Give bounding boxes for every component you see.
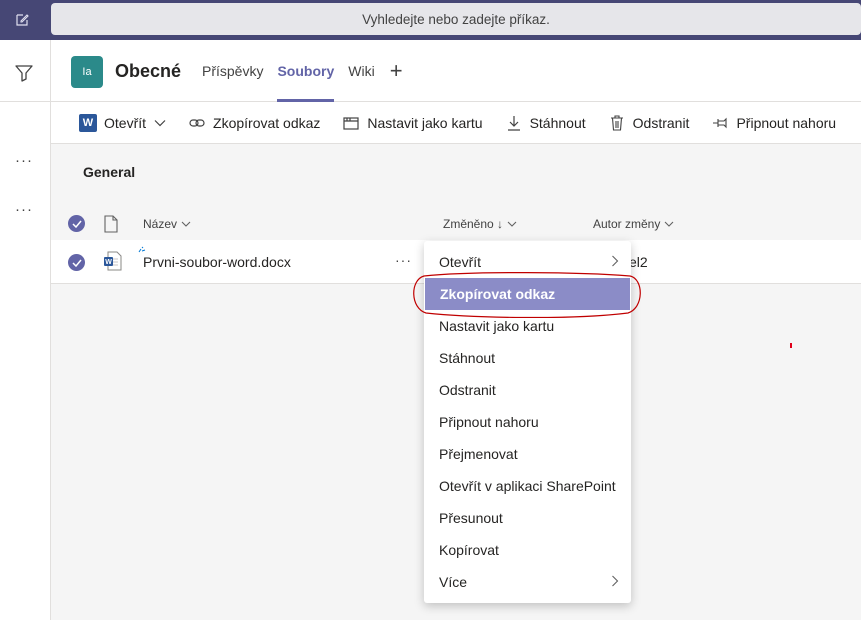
menu-item-label: Přejmenovat: [439, 446, 518, 462]
left-rail: ··· ···: [0, 40, 51, 620]
tab-bar: Příspěvky Soubory Wiki +: [195, 40, 411, 102]
svg-text:W: W: [105, 259, 112, 266]
title-bar: Vyhledejte nebo zadejte příkaz.: [0, 0, 861, 40]
menu-item-open-sharepoint[interactable]: Otevřít v aplikaci SharePoint: [424, 470, 631, 502]
more-options-icon[interactable]: ···: [12, 152, 36, 169]
copy-link-button[interactable]: Zkopírovat odkaz: [188, 114, 320, 132]
make-tab-button[interactable]: Nastavit jako kartu: [342, 114, 483, 132]
menu-item-label: Nastavit jako kartu: [439, 318, 555, 334]
link-icon: [188, 114, 206, 132]
tab-posts[interactable]: Příspěvky: [195, 40, 270, 102]
menu-item-label: Otevřít v aplikaci SharePoint: [439, 478, 616, 494]
column-name-label: Název: [143, 217, 178, 231]
open-button[interactable]: W Otevřít: [79, 113, 166, 132]
modified-by-cell: el2: [629, 254, 648, 270]
word-document-icon: W: [103, 251, 123, 274]
menu-item-pin[interactable]: Připnout nahoru: [424, 406, 631, 438]
search-input[interactable]: Vyhledejte nebo zadejte příkaz.: [51, 3, 861, 35]
chevron-down-icon[interactable]: [154, 119, 166, 127]
download-label: Stáhnout: [529, 114, 586, 131]
menu-item-label: Více: [439, 574, 468, 590]
add-tab-button[interactable]: +: [382, 40, 411, 102]
menu-item-label: Otevřít: [439, 254, 482, 270]
column-header: Název Změněno ↓ Autor změny: [51, 208, 861, 240]
menu-item-label: Stáhnout: [439, 350, 496, 366]
file-name-link[interactable]: Prvni-soubor-word.docx: [143, 254, 291, 270]
menu-item-download[interactable]: Stáhnout: [424, 342, 631, 374]
chevron-down-icon: [664, 221, 674, 227]
chevron-down-icon: [507, 221, 517, 227]
column-modified[interactable]: Změněno ↓: [443, 217, 517, 231]
pin-label: Připnout nahoru: [736, 114, 837, 131]
menu-item-label: Přesunout: [439, 510, 503, 526]
main-content: Ia Obecné Příspěvky Soubory Wiki + W Ote…: [51, 40, 861, 620]
download-button[interactable]: Stáhnout: [505, 114, 586, 132]
menu-item-rename[interactable]: Přejmenovat: [424, 438, 631, 470]
tab-files[interactable]: Soubory: [270, 40, 341, 102]
tab-icon: [342, 114, 360, 132]
copy-link-label: Zkopírovat odkaz: [213, 114, 321, 131]
menu-item-label: Kopírovat: [439, 542, 499, 558]
compose-icon[interactable]: [0, 0, 44, 40]
make-tab-label: Nastavit jako kartu: [367, 114, 483, 131]
divider: [0, 101, 51, 102]
team-avatar: Ia: [71, 56, 103, 88]
file-type-icon: [104, 215, 118, 236]
annotation-mark: [790, 343, 792, 348]
pin-icon: [711, 114, 729, 132]
menu-item-more[interactable]: Více: [424, 566, 631, 598]
column-modified-by[interactable]: Autor změny: [593, 217, 674, 231]
channel-title: Obecné: [115, 61, 182, 81]
menu-item-label: Připnout nahoru: [439, 414, 539, 430]
menu-item-delete[interactable]: Odstranit: [424, 374, 631, 406]
open-label: Otevřít: [104, 114, 147, 131]
row-checkbox[interactable]: [68, 254, 85, 271]
menu-item-copy[interactable]: Kopírovat: [424, 534, 631, 566]
chevron-down-icon: [181, 221, 191, 227]
more-options-icon[interactable]: ···: [395, 252, 412, 268]
chevron-right-icon: [612, 575, 619, 587]
column-name[interactable]: Název: [143, 217, 191, 231]
select-all-checkbox[interactable]: [68, 215, 85, 232]
filter-icon[interactable]: [13, 62, 35, 84]
command-bar: W Otevřít Zkopírovat odkaz Nastavit jako…: [51, 102, 861, 144]
delete-button[interactable]: Odstranit: [608, 114, 690, 132]
menu-item-move[interactable]: Přesunout: [424, 502, 631, 534]
breadcrumb[interactable]: General: [83, 164, 135, 180]
channel-header: Ia Obecné Příspěvky Soubory Wiki +: [51, 40, 861, 102]
delete-label: Odstranit: [632, 114, 690, 131]
trash-icon: [608, 114, 626, 132]
column-modified-by-label: Autor změny: [593, 217, 661, 231]
column-modified-label: Změněno ↓: [443, 217, 504, 231]
pin-button[interactable]: Připnout nahoru: [711, 114, 836, 132]
word-icon: W: [79, 113, 97, 132]
download-icon: [505, 114, 523, 132]
chevron-right-icon: [612, 255, 619, 267]
menu-item-label: Odstranit: [439, 382, 496, 398]
annotation-oval: [413, 272, 641, 318]
tab-wiki[interactable]: Wiki: [341, 40, 381, 102]
more-options-icon[interactable]: ···: [12, 201, 36, 218]
